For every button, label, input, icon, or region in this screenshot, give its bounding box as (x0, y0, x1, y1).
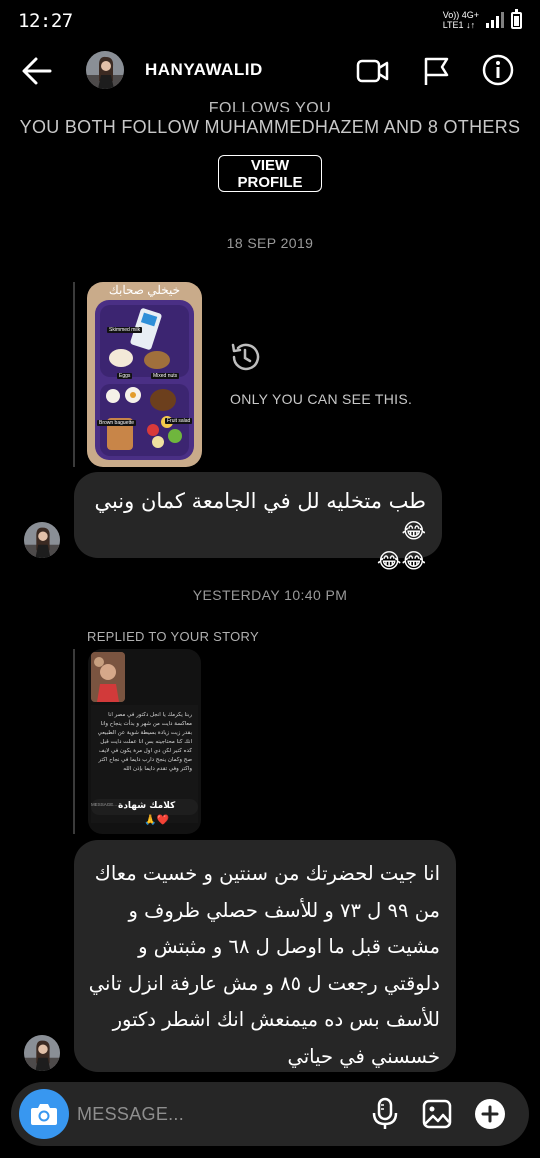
date-divider: 18 SEP 2019 (226, 235, 314, 251)
status-time: 12:27 (18, 10, 73, 32)
camera-button[interactable] (19, 1089, 69, 1139)
date-divider: YESTERDAY 10:40 PM (192, 587, 348, 603)
story-thumbnail (91, 652, 125, 702)
replied-to-story-label: REPLIED TO YOUR STORY (87, 629, 259, 644)
message-bubble[interactable]: انا جيت لحضرتك من سنتين و خسيت معاك من ٩… (74, 840, 456, 1072)
message-composer (11, 1082, 529, 1146)
mutual-followers-text: YOU BOTH FOLLOW MUHAMMEDHAZEM AND 8 OTHE… (19, 117, 521, 137)
story-caption: كلامك شهادة (118, 801, 176, 811)
message-text: انا جيت لحضرتك من سنتين و خسيت معاك من ٩… (88, 862, 440, 1068)
avatar[interactable] (86, 51, 124, 89)
photo-message[interactable]: خيخلي صحابك Skimmed milk Eggs Mixed nuts… (87, 282, 202, 467)
message-input[interactable] (77, 1096, 347, 1132)
add-icon[interactable] (473, 1097, 507, 1131)
camera-icon (31, 1104, 57, 1125)
network-top-label: Vo)) 4G+ (442, 10, 479, 20)
gallery-icon[interactable] (422, 1099, 452, 1129)
story-inner-placeholder: MESSAGE... (91, 802, 118, 807)
back-arrow-icon[interactable] (20, 54, 54, 88)
message-text: طب متخليه لل في الجامعة كمان ونبي😂 (94, 489, 426, 543)
network-bottom-label: LTE1 ↓↑ (442, 20, 476, 30)
signal-icon (486, 12, 504, 28)
flag-icon[interactable] (420, 54, 454, 88)
status-icons: Vo)) 4G+ LTE1 ↓↑ (443, 8, 522, 30)
story-reply-card[interactable]: ربنا يكرمك يا انجل دكتور في مصر انا معاك… (88, 649, 201, 834)
photo-label: Skimmed milk (107, 327, 143, 333)
info-icon[interactable] (481, 53, 515, 87)
username[interactable]: HANYAWALID (145, 60, 263, 80)
only-you-notice: ONLY YOU CAN SEE THIS. (230, 391, 413, 407)
photo-label: Fruit salad (165, 418, 193, 424)
message-emoji: 😂😂 (376, 549, 426, 573)
follows-you-label: FOLLOWS YOU (208, 100, 332, 112)
microphone-icon[interactable] (371, 1097, 399, 1131)
replay-icon (231, 343, 260, 371)
view-profile-button[interactable]: VIEW PROFILE (218, 155, 322, 192)
avatar[interactable] (24, 522, 60, 558)
photo-label: Brown baguette (97, 420, 137, 426)
avatar[interactable] (24, 1035, 60, 1071)
message-bubble[interactable]: طب متخليه لل في الجامعة كمان ونبي😂 😂😂 (74, 472, 442, 573)
chat-header: HANYAWALID (0, 42, 540, 102)
story-reaction: 🙏❤️ (144, 815, 169, 826)
status-bar: 12:27 Vo)) 4G+ LTE1 ↓↑ (0, 0, 540, 42)
photo-label: Mixed nuts (151, 373, 180, 379)
thread-line (73, 649, 75, 834)
battery-icon (511, 8, 522, 29)
photo-label: Eggs (117, 373, 133, 379)
thread-line (73, 282, 75, 467)
network-labels: Vo)) 4G+ LTE1 ↓↑ (443, 10, 479, 30)
video-call-icon[interactable] (356, 54, 390, 88)
photo-title: خيخلي صحابك (108, 283, 181, 297)
lunchbox-image: Skimmed milk Eggs Mixed nuts Brown bague… (95, 300, 194, 460)
